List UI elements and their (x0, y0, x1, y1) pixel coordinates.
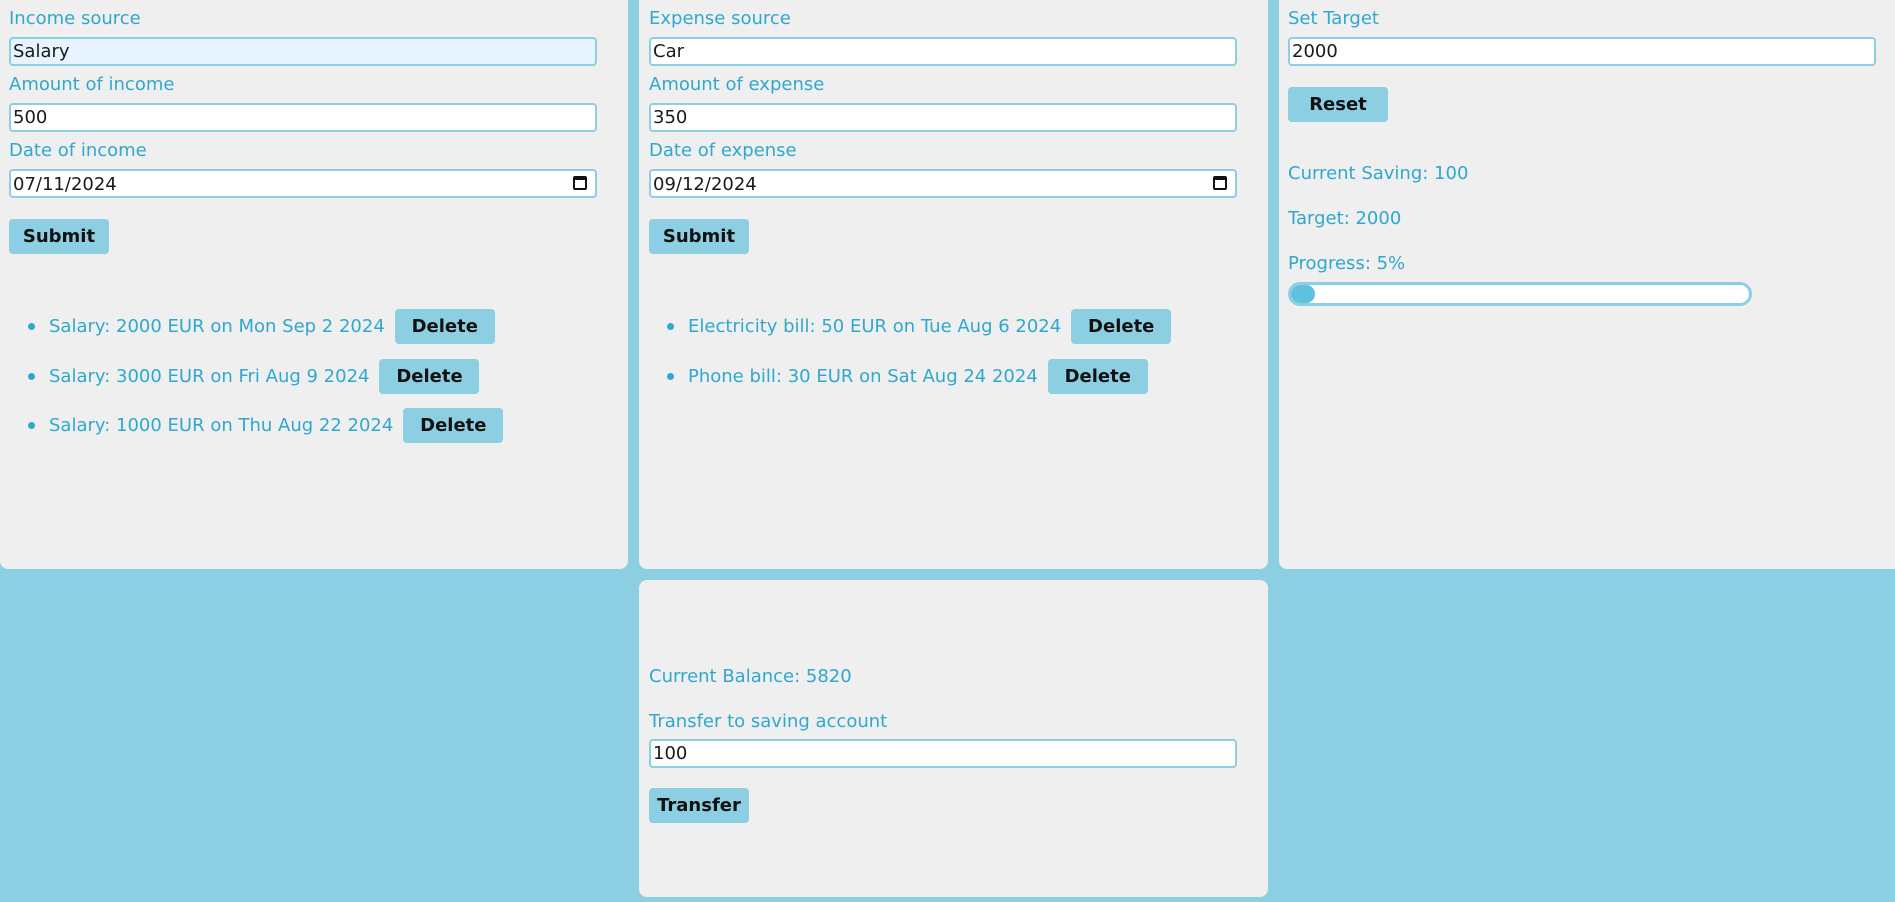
income-date-label: Date of income (9, 140, 147, 161)
income-source-label: Income source (9, 8, 141, 29)
income-list-item: Salary: 2000 EUR on Mon Sep 2 2024 Delet… (0, 308, 495, 344)
expense-delete-button[interactable]: Delete (1071, 308, 1172, 344)
transfer-label: Transfer to saving account (649, 711, 888, 732)
expense-list-item: Electricity bill: 50 EUR on Tue Aug 6 20… (639, 308, 1172, 344)
expense-list-item: Phone bill: 30 EUR on Sat Aug 24 2024 De… (639, 358, 1148, 394)
reset-button[interactable]: Reset (1288, 87, 1388, 122)
income-submit-button[interactable]: Submit (9, 219, 109, 254)
calendar-icon[interactable] (573, 176, 587, 190)
income-delete-button[interactable]: Delete (394, 308, 495, 344)
income-item-text: Salary: 3000 EUR on Fri Aug 9 2024 (49, 365, 370, 387)
set-target-input[interactable] (1288, 37, 1876, 66)
savings-progress-bar (1288, 282, 1752, 306)
income-item-text: Salary: 2000 EUR on Mon Sep 2 2024 (49, 315, 385, 337)
progress-text: Progress: 5% (1288, 253, 1406, 274)
income-amount-label: Amount of income (9, 74, 175, 95)
income-amount-input[interactable] (9, 103, 597, 132)
target-text: Target: 2000 (1288, 208, 1402, 229)
income-delete-button[interactable]: Delete (379, 358, 480, 394)
balance-panel: Current Balance: 5820 Transfer to saving… (639, 580, 1268, 897)
transfer-amount-input[interactable] (649, 739, 1237, 768)
bullet-icon (28, 322, 35, 330)
income-panel: Income source Amount of income Date of i… (0, 0, 628, 569)
set-target-label: Set Target (1288, 8, 1379, 29)
income-list-item: Salary: 3000 EUR on Fri Aug 9 2024 Delet… (0, 358, 480, 394)
expense-date-label: Date of expense (649, 140, 797, 161)
bullet-icon (28, 372, 35, 380)
bullet-icon (667, 322, 674, 330)
income-delete-button[interactable]: Delete (403, 407, 504, 443)
expense-date-value: 09/12/2024 (653, 174, 757, 195)
income-date-value: 07/11/2024 (13, 174, 117, 195)
income-date-input[interactable]: 07/11/2024 (9, 169, 597, 198)
expense-item-text: Electricity bill: 50 EUR on Tue Aug 6 20… (688, 315, 1062, 337)
expense-delete-button[interactable]: Delete (1047, 358, 1148, 394)
income-item-text: Salary: 1000 EUR on Thu Aug 22 2024 (49, 414, 394, 436)
calendar-icon[interactable] (1213, 176, 1227, 190)
target-panel: Set Target Reset Current Saving: 100 Tar… (1279, 0, 1895, 569)
bullet-icon (667, 372, 674, 380)
savings-progress-fill (1291, 285, 1315, 303)
expense-source-label: Expense source (649, 8, 791, 29)
expense-source-input[interactable] (649, 37, 1237, 66)
income-source-input[interactable] (9, 37, 597, 66)
current-saving-text: Current Saving: 100 (1288, 163, 1469, 184)
expense-submit-button[interactable]: Submit (649, 219, 749, 254)
income-list-item: Salary: 1000 EUR on Thu Aug 22 2024 Dele… (0, 407, 504, 443)
expense-date-input[interactable]: 09/12/2024 (649, 169, 1237, 198)
expense-panel: Expense source Amount of expense Date of… (639, 0, 1268, 569)
expense-amount-label: Amount of expense (649, 74, 825, 95)
current-balance-text: Current Balance: 5820 (649, 666, 852, 687)
transfer-button[interactable]: Transfer (649, 788, 749, 823)
bullet-icon (28, 421, 35, 429)
expense-item-text: Phone bill: 30 EUR on Sat Aug 24 2024 (688, 365, 1038, 387)
expense-amount-input[interactable] (649, 103, 1237, 132)
